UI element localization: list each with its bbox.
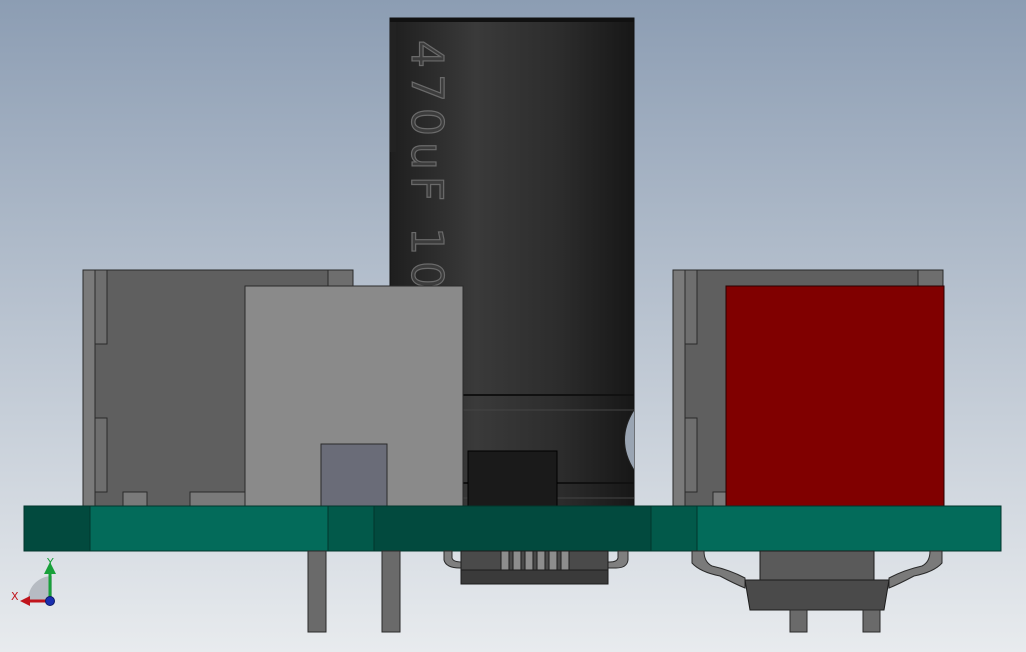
pcb-board[interactable] [23, 505, 1002, 552]
cad-model-viewport[interactable]: 470uF 10V Y X [0, 0, 1026, 652]
left-pin-1 [307, 550, 327, 633]
red-component[interactable] [725, 285, 945, 507]
bottom-smd-ic [443, 550, 629, 585]
slate-component[interactable] [320, 443, 388, 507]
triad-x-label: X [11, 590, 19, 603]
left-pin-2 [381, 550, 401, 633]
black-ic-chip[interactable] [467, 450, 558, 507]
triad-y-label: Y [46, 556, 54, 569]
